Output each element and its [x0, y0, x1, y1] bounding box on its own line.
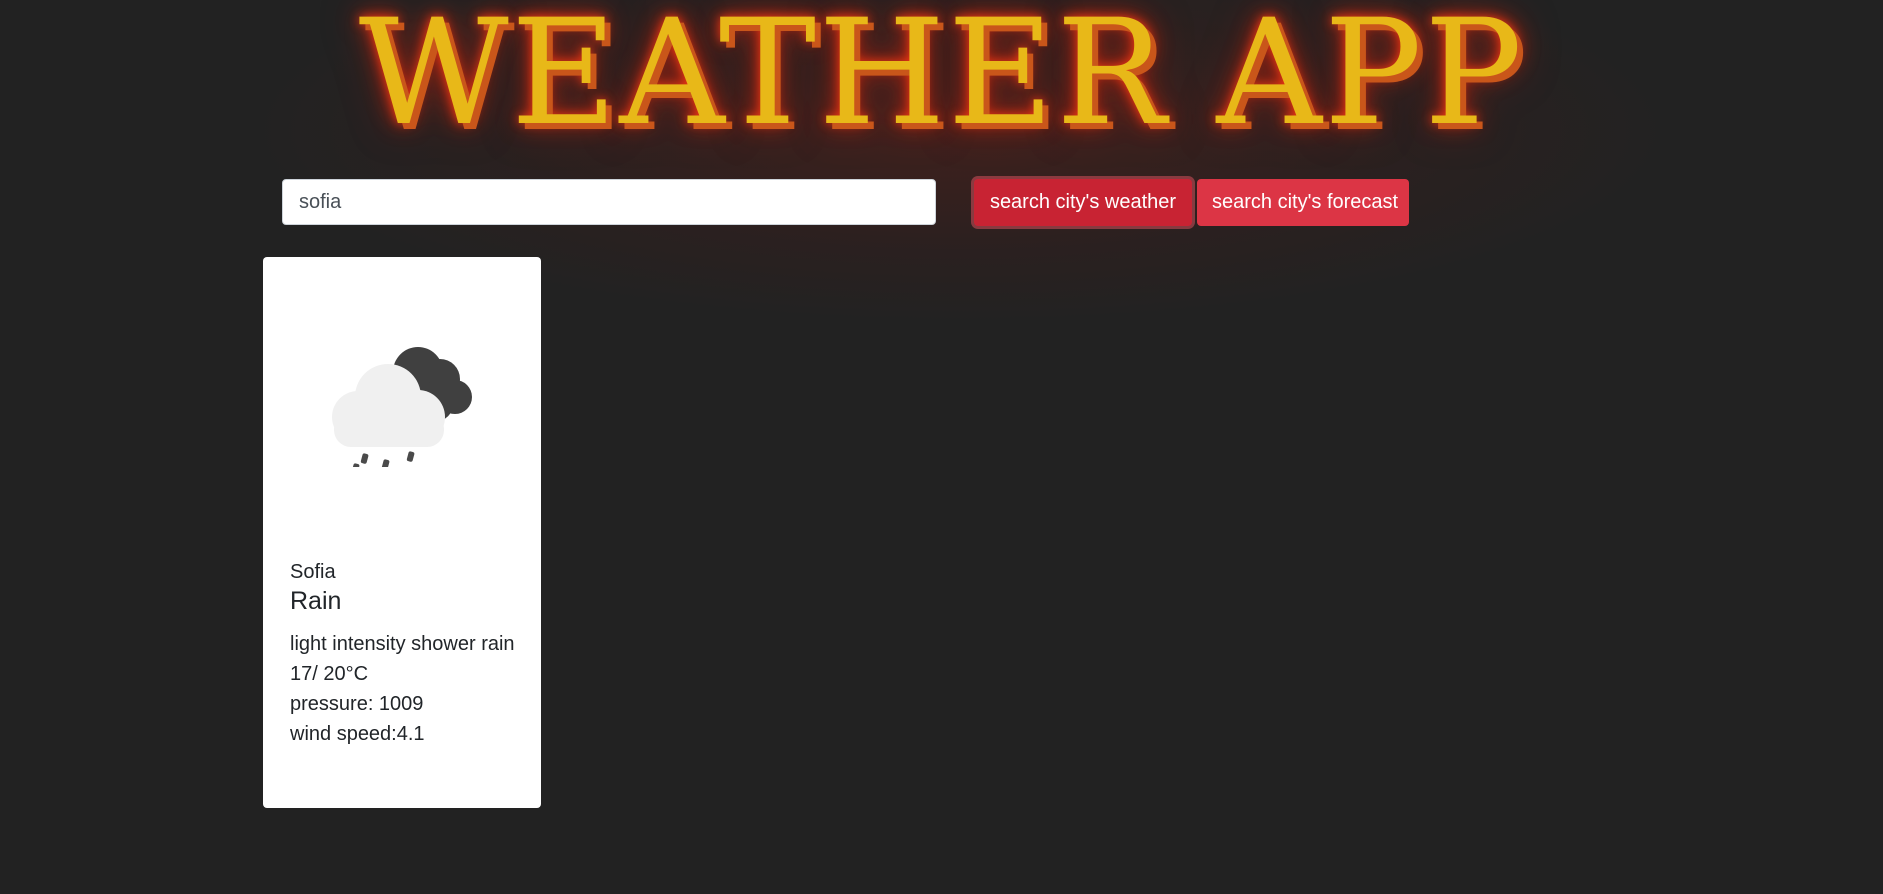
weather-main: Rain: [290, 587, 342, 615]
page: WEATHER APP search city's weather search…: [0, 0, 1883, 894]
weather-description: light intensity shower rain: [290, 633, 515, 655]
search-forecast-button[interactable]: search city's forecast: [1197, 179, 1409, 226]
rain-cloud-icon: [332, 347, 472, 467]
app-title: WEATHER APP: [358, 0, 1525, 158]
city-name: Sofia: [290, 561, 336, 583]
temperature-range: 17/ 20°C: [290, 663, 369, 685]
city-search-input[interactable]: [282, 179, 936, 225]
wind-speed-value: wind speed:4.1: [290, 723, 425, 745]
pressure-value: pressure: 1009: [290, 693, 424, 715]
search-weather-button[interactable]: search city's weather: [974, 179, 1192, 226]
weather-card: Sofia Rain light intensity shower rain 1…: [263, 257, 541, 808]
weather-card-body: Sofia Rain light intensity shower rain 1…: [290, 559, 520, 749]
